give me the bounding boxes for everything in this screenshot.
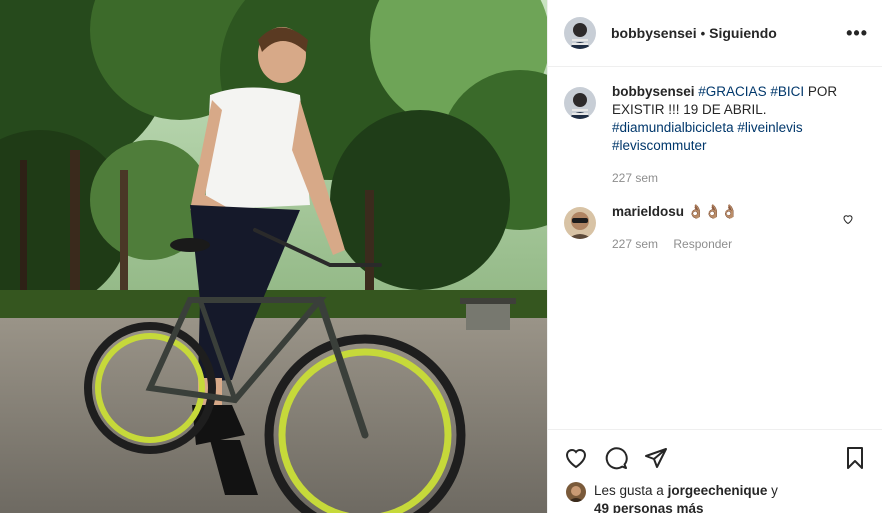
caption: bobbysensei #GRACIAS #BICI POR EXISTIR !…: [564, 83, 866, 187]
caption-body: bobbysensei #GRACIAS #BICI POR EXISTIR !…: [612, 83, 866, 187]
photo-scene: [0, 0, 547, 513]
comment-like-heart-icon[interactable]: [842, 213, 854, 228]
like-heart-icon[interactable]: [564, 446, 588, 473]
hashtag-link[interactable]: #GRACIAS: [698, 84, 766, 99]
post-header: bobbysensei • Siguiendo •••: [548, 0, 882, 67]
likes-text: Les gusta a jorgeechenique y 49 personas…: [594, 482, 778, 513]
likes-summary: Les gusta a jorgeechenique y 49 personas…: [548, 478, 882, 513]
hashtag-link[interactable]: #BICI: [770, 84, 804, 99]
comment-time[interactable]: 227 sem: [612, 237, 658, 251]
liker-username[interactable]: jorgeechenique: [668, 483, 768, 498]
likes-conj: y: [771, 483, 778, 498]
post-container: bobbysensei • Siguiendo ••• bobbysensei: [0, 0, 882, 513]
post-sidebar: bobbysensei • Siguiendo ••• bobbysensei: [547, 0, 882, 513]
hashtag-link[interactable]: #leviscommuter: [612, 138, 707, 153]
post-photo[interactable]: [0, 0, 547, 513]
comment-text: 👌🏽👌🏽👌🏽: [687, 204, 739, 219]
comment-bubble-icon[interactable]: [604, 446, 628, 473]
reply-button[interactable]: Responder: [673, 237, 732, 251]
commenter-avatar[interactable]: [564, 207, 596, 239]
liker-avatar[interactable]: [566, 482, 586, 502]
commenter-username[interactable]: marieldosu: [612, 204, 684, 219]
likes-prefix: Les gusta a: [594, 483, 664, 498]
share-paper-plane-icon[interactable]: [644, 446, 668, 473]
caption-author-avatar[interactable]: [564, 87, 596, 119]
post-footer: Les gusta a jorgeechenique y 49 personas…: [548, 429, 882, 513]
separator-dot: •: [700, 25, 706, 41]
caption-author[interactable]: bobbysensei: [612, 84, 695, 99]
author-avatar[interactable]: [564, 17, 596, 49]
action-bar: [548, 430, 882, 478]
follow-status-button[interactable]: Siguiendo: [709, 25, 777, 41]
more-horizontal-icon[interactable]: •••: [846, 23, 868, 44]
comment-meta: 227 sem Responder: [612, 235, 744, 253]
comment: marieldosu 👌🏽👌🏽👌🏽 227 sem Responder: [564, 203, 866, 253]
caption-meta: 227 sem: [612, 169, 866, 187]
likes-others-button[interactable]: 49 personas más: [594, 501, 704, 513]
hashtag-link[interactable]: #liveinlevis: [737, 120, 802, 135]
comment-body: marieldosu 👌🏽👌🏽👌🏽 227 sem Responder: [612, 203, 744, 253]
hashtag-link[interactable]: #diamundialbicicleta: [612, 120, 734, 135]
save-bookmark-icon[interactable]: [843, 446, 867, 473]
caption-time[interactable]: 227 sem: [612, 171, 658, 185]
author-username[interactable]: bobbysensei: [611, 25, 697, 41]
comments-section: bobbysensei #GRACIAS #BICI POR EXISTIR !…: [548, 67, 882, 253]
